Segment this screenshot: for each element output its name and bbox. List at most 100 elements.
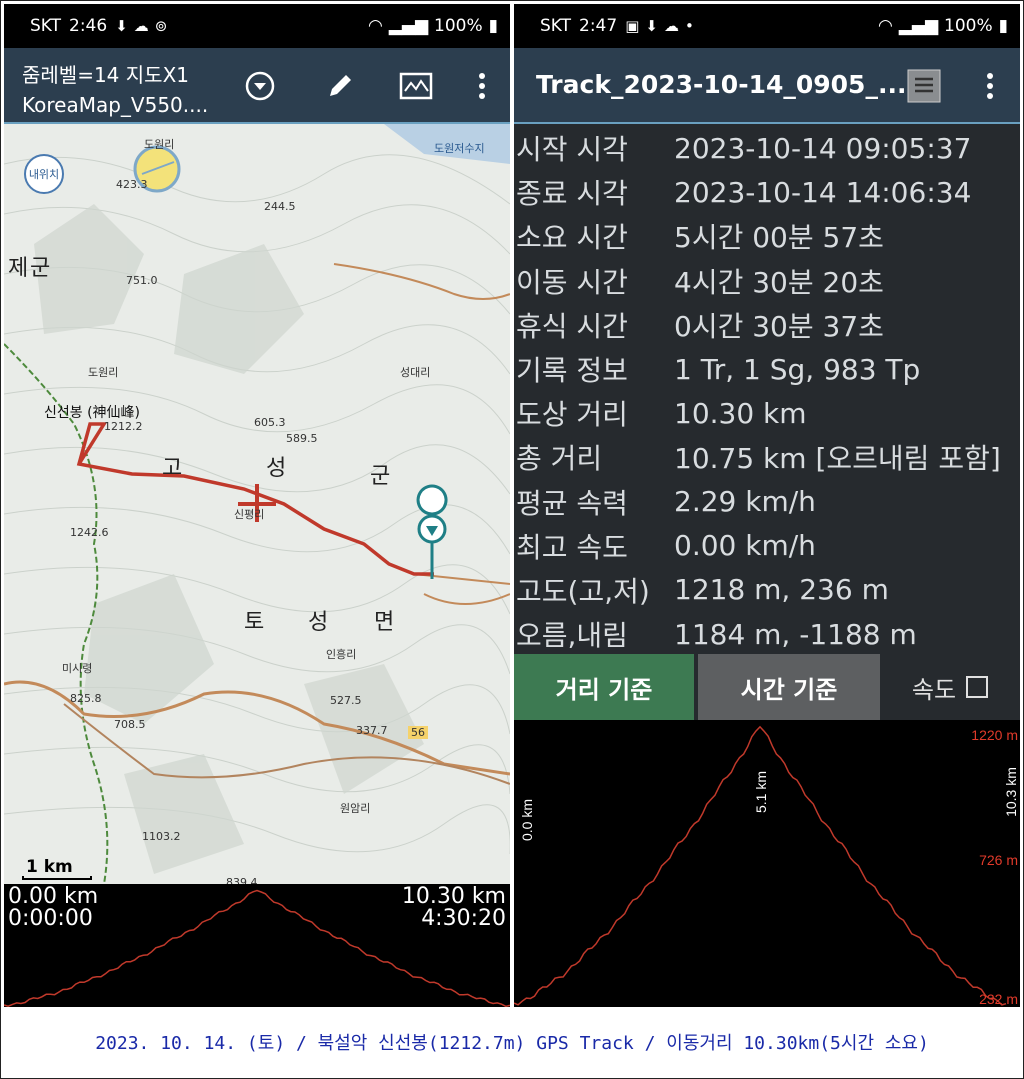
stat-row: 시작 시각 2023-10-14 09:05:37 xyxy=(514,126,1020,170)
image-caption: 2023. 10. 14. (토) / 북설악 신선봉(1212.7m) GPS… xyxy=(95,1033,929,1054)
dropdown-button[interactable] xyxy=(240,66,280,106)
right-screen: SKT 2:47 ▣ ⬇ ☁ • ◠ ▂▄▆ 100% ▮ Track_2023… xyxy=(514,4,1020,1007)
stat-value: 0시간 30분 37초 xyxy=(674,309,884,343)
cloud-icon: ☁ xyxy=(663,17,679,35)
speed-toggle[interactable]: 속도 xyxy=(880,654,1020,720)
scale-bar xyxy=(22,876,92,880)
map-title: 줌레벨=14 지도X1 KoreaMap_V550.... xyxy=(22,60,208,120)
place-label: 도원리 xyxy=(88,366,119,379)
overflow-menu-button[interactable] xyxy=(462,66,502,106)
x-tick-start: 0.0 km xyxy=(519,799,535,841)
stat-value: 0.00 km/h xyxy=(674,529,816,563)
elevation-line xyxy=(514,725,1007,1006)
stat-row: 소요 시간 5시간 00분 57초 xyxy=(514,214,1020,258)
graph-mode-tabs: 거리 기준 시간 기준 속도 xyxy=(514,654,1020,720)
county-char: 군 xyxy=(370,464,391,489)
more-vert-icon xyxy=(479,73,485,99)
stat-key: 최고 속도 xyxy=(516,530,628,564)
track-app-bar: Track_2023-10-14_0905_... xyxy=(514,48,1020,124)
download-icon: ⬇ xyxy=(115,17,128,35)
stat-row: 기록 정보 1 Tr, 1 Sg, 983 Tp xyxy=(514,347,1020,391)
y-tick-bottom: 232 m xyxy=(979,991,1018,1007)
profile-start-time: 0:00:00 xyxy=(8,906,93,931)
edit-button[interactable] xyxy=(320,66,360,106)
sync-icon: ⊚ xyxy=(154,17,168,35)
map-icon xyxy=(399,72,433,100)
pencil-icon xyxy=(330,75,351,96)
stat-row: 휴식 시간 0시간 30분 37초 xyxy=(514,303,1020,347)
overflow-menu-button[interactable] xyxy=(970,66,1010,106)
stat-row: 종료 시각 2023-10-14 14:06:34 xyxy=(514,170,1020,214)
tab-time[interactable]: 시간 기준 xyxy=(698,654,880,720)
stat-value: 2.29 km/h xyxy=(674,485,816,519)
county-char: 성 xyxy=(266,456,287,481)
stat-key: 휴식 시간 xyxy=(516,309,628,343)
elevation-label: 527.5 xyxy=(330,694,362,707)
topographic-map[interactable]: 내위치 도원리 423.3 244.5 751.0 도원리 신선봉 (神仙峰) … xyxy=(4,124,510,884)
place-label: 신평리 xyxy=(234,508,265,521)
elevation-chart[interactable]: 1220 m 726 m 232 m 0.0 km 5.1 km 10.3 km xyxy=(514,720,1020,1007)
county-char: 토 xyxy=(244,610,265,635)
elevation-label: 1242.6 xyxy=(70,526,109,539)
place-label: 도원리 xyxy=(144,138,175,151)
stat-value: 2023-10-14 14:06:34 xyxy=(674,175,972,209)
image-icon: ▣ xyxy=(625,17,640,35)
elevation-label: 708.5 xyxy=(114,718,146,731)
county-char: 면 xyxy=(374,610,395,635)
battery-icon: ▮ xyxy=(488,16,498,36)
speed-checkbox[interactable] xyxy=(966,676,989,698)
stat-key: 이동 시간 xyxy=(516,265,628,299)
left-screen: SKT 2:46 ⬇ ☁ ⊚ ◠ ▂▄▆ 100% ▮ 줌레벨=14 지도X1 … xyxy=(4,4,510,1007)
track-stats: 시작 시각 2023-10-14 09:05:37 종료 시각 2023-10-14… xyxy=(514,126,1020,656)
stat-value: 1 Tr, 1 Sg, 983 Tp xyxy=(674,352,921,386)
stat-key: 소요 시간 xyxy=(516,221,628,255)
chevron-down-circle-icon xyxy=(245,71,275,101)
elevation-label: 1103.2 xyxy=(142,830,181,843)
stat-value: 10.75 km [오르내림 포함] xyxy=(674,442,1001,476)
battery-percent: 100% xyxy=(944,16,993,36)
speed-label: 속도 xyxy=(911,675,957,704)
elevation-label: 751.0 xyxy=(126,274,158,287)
county-char: 고 xyxy=(162,456,183,481)
status-bar: SKT 2:46 ⬇ ☁ ⊚ ◠ ▂▄▆ 100% ▮ xyxy=(4,4,510,48)
stat-value: 1218 m, 236 m xyxy=(674,573,889,607)
map-select-button[interactable] xyxy=(396,66,436,106)
elevation-label: 337.7 xyxy=(356,724,388,737)
stat-row: 도상 거리 10.30 km xyxy=(514,391,1020,435)
county-char: 성 xyxy=(308,610,329,635)
stat-key: 고도(고,저) xyxy=(516,574,650,608)
track-title: Track_2023-10-14_0905_... xyxy=(536,70,907,99)
stat-key: 종료 시각 xyxy=(516,177,628,211)
elevation-label: 825.8 xyxy=(70,692,102,705)
elevation-label: 244.5 xyxy=(264,200,296,213)
stat-key: 기록 정보 xyxy=(516,354,628,388)
stat-row: 이동 시간 4시간 30분 20초 xyxy=(514,259,1020,303)
list-button[interactable] xyxy=(904,66,944,106)
y-tick-top: 1220 m xyxy=(971,727,1018,743)
elevation-profile[interactable]: 0.00 km 0:00:00 10.30 km 4:30:20 xyxy=(4,884,510,1007)
map-app-bar: 줌레벨=14 지도X1 KoreaMap_V550.... xyxy=(4,48,510,124)
map-terrain xyxy=(4,124,510,884)
scale-label: 1 km xyxy=(26,857,73,877)
stat-value: 4시간 30분 20초 xyxy=(674,265,884,299)
wifi-icon: ◠ xyxy=(877,16,893,36)
elevation-label: 423.3 xyxy=(116,178,148,191)
elevation-label: 589.5 xyxy=(286,432,318,445)
signal-icon: ▂▄▆ xyxy=(388,16,429,36)
stat-value: 10.30 km xyxy=(674,396,807,430)
stat-key: 시작 시각 xyxy=(516,133,628,167)
road-number-label: 56 xyxy=(408,726,428,739)
elevation-chart-plot: 1220 m 726 m 232 m 0.0 km 5.1 km 10.3 km xyxy=(514,725,1019,1007)
stat-key: 도상 거리 xyxy=(516,398,628,432)
elevation-label: 1212.2 xyxy=(104,420,143,433)
clock: 2:46 xyxy=(69,16,108,36)
tab-distance[interactable]: 거리 기준 xyxy=(514,654,694,720)
my-location-button[interactable]: 내위치 xyxy=(24,154,64,194)
list-icon xyxy=(907,69,941,103)
stat-key: 총 거리 xyxy=(516,442,603,476)
x-tick-mid: 5.1 km xyxy=(753,771,769,813)
status-bar: SKT 2:47 ▣ ⬇ ☁ • ◠ ▂▄▆ 100% ▮ xyxy=(514,4,1020,48)
signal-icon: ▂▄▆ xyxy=(898,16,939,36)
peak-label: 신선봉 (神仙峰) xyxy=(44,405,141,421)
battery-percent: 100% xyxy=(434,16,483,36)
